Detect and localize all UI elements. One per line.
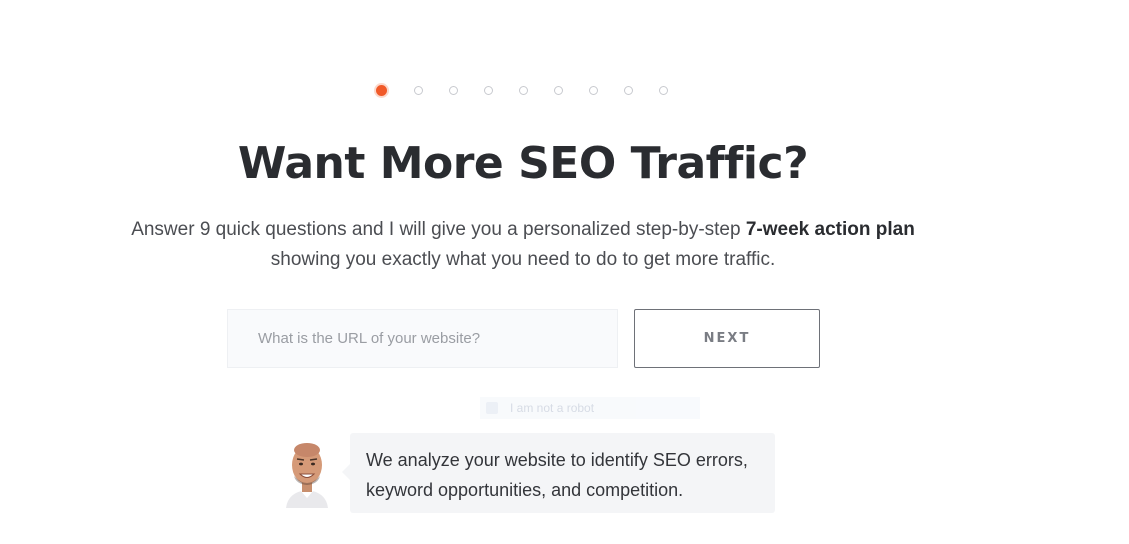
- progress-dot-4: [484, 86, 493, 95]
- progress-dot-2: [414, 86, 423, 95]
- page-title: Want More SEO Traffic?: [237, 138, 809, 189]
- captcha-label: I am not a robot: [510, 401, 595, 415]
- subtitle-text-before: Answer 9 quick questions and I will give…: [131, 219, 746, 240]
- page-subtitle: Answer 9 quick questions and I will give…: [0, 215, 1046, 275]
- avatar: [286, 443, 328, 508]
- chat-bubble: We analyze your website to identify SEO …: [350, 433, 775, 513]
- progress-dot-7: [589, 86, 598, 95]
- progress-dot-3: [449, 86, 458, 95]
- subtitle-emphasis: 7-week action plan: [745, 219, 915, 240]
- progress-dot-6: [554, 86, 563, 95]
- captcha-widget[interactable]: I am not a robot: [480, 397, 700, 419]
- progress-dot-1: [376, 85, 387, 96]
- progress-dot-9: [659, 86, 668, 95]
- progress-dot-8: [624, 86, 633, 95]
- chat-bubble-text: We analyze your website to identify SEO …: [366, 450, 748, 500]
- checkbox-icon[interactable]: [486, 402, 498, 414]
- next-button[interactable]: NEXT: [634, 309, 820, 368]
- progress-dot-5: [519, 86, 528, 95]
- website-url-input[interactable]: [227, 309, 618, 368]
- subtitle-text-after: showing you exactly what you need to do …: [270, 249, 776, 270]
